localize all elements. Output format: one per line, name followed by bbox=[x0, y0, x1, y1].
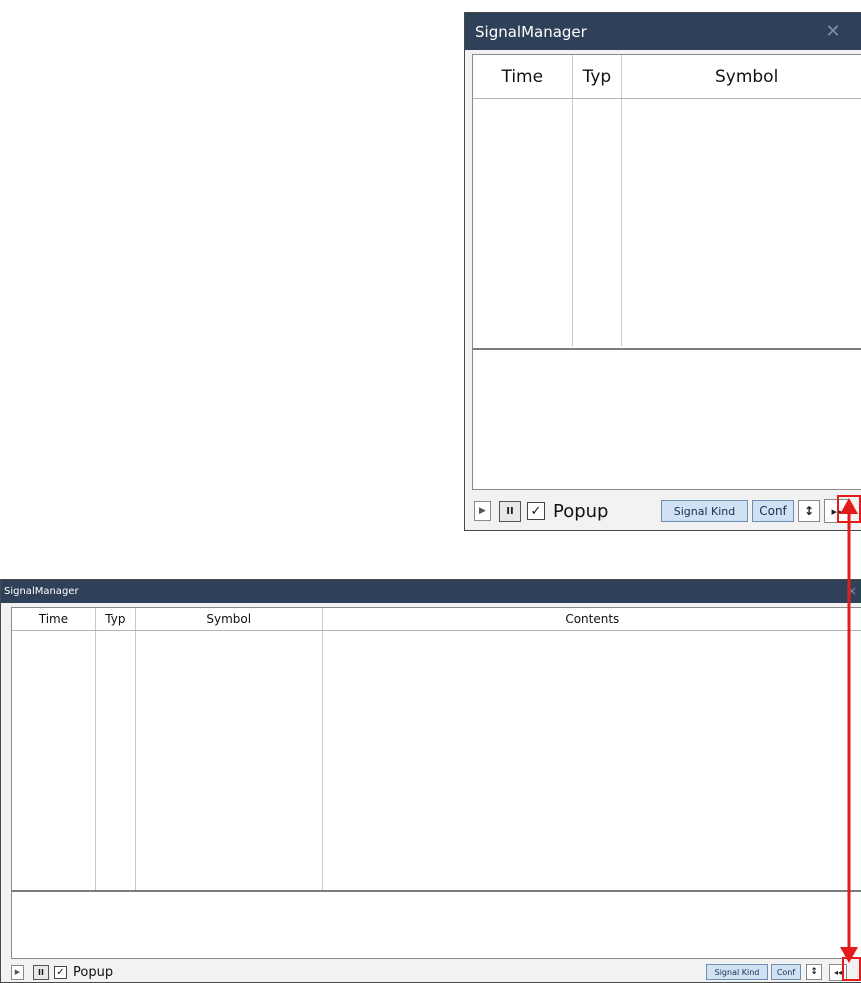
time-column bbox=[473, 99, 573, 346]
conf-button[interactable]: Conf bbox=[771, 964, 801, 980]
title-bar[interactable]: SignalManager ✕ bbox=[1, 580, 861, 603]
table-body[interactable] bbox=[473, 99, 861, 346]
symbol-column bbox=[136, 631, 323, 894]
popup-label: Popup bbox=[73, 964, 114, 980]
typ-column bbox=[573, 99, 623, 346]
column-header-typ[interactable]: Typ bbox=[573, 55, 623, 98]
title-bar[interactable]: SignalManager ✕ bbox=[465, 13, 861, 50]
signal-table: Time Typ Symbol Contents bbox=[11, 607, 861, 895]
signal-manager-window-large: SignalManager ✕ Time Typ Symbol Contents… bbox=[0, 579, 861, 983]
column-header-time[interactable]: Time bbox=[12, 608, 96, 630]
detail-pane[interactable] bbox=[472, 348, 861, 490]
up-down-arrows-icon[interactable]: ↕ bbox=[798, 500, 820, 522]
close-icon[interactable]: ✕ bbox=[813, 21, 853, 42]
table-header: Time Typ Symbol Contents bbox=[12, 608, 861, 631]
double-headed-arrow-icon bbox=[840, 498, 858, 963]
time-column bbox=[12, 631, 96, 894]
column-header-typ[interactable]: Typ bbox=[96, 608, 136, 630]
detail-pane[interactable] bbox=[11, 890, 861, 959]
column-header-symbol[interactable]: Symbol bbox=[622, 55, 861, 98]
signal-kind-button[interactable]: Signal Kind bbox=[706, 964, 768, 980]
signal-table: Time Typ Symbol bbox=[472, 54, 861, 361]
up-down-arrows-icon[interactable]: ↕ bbox=[806, 964, 822, 980]
contents-column bbox=[323, 631, 861, 894]
popup-label: Popup bbox=[553, 500, 609, 522]
column-header-time[interactable]: Time bbox=[473, 55, 573, 98]
symbol-column bbox=[622, 99, 861, 346]
pause-icon[interactable]: II bbox=[499, 500, 521, 522]
signal-manager-window-small: SignalManager ✕ Time Typ Symbol ▶ II ✓ P… bbox=[464, 12, 861, 531]
popup-checkbox[interactable]: ✓ bbox=[54, 965, 67, 979]
column-header-contents[interactable]: Contents bbox=[323, 608, 861, 630]
window-title: SignalManager bbox=[4, 586, 79, 597]
signal-kind-button[interactable]: Signal Kind bbox=[661, 500, 748, 522]
table-header: Time Typ Symbol bbox=[473, 55, 861, 99]
play-icon[interactable]: ▶ bbox=[11, 964, 24, 980]
status-bar: ▶ II ✓ Popup Signal Kind Conf ↕ ▸▸ bbox=[474, 497, 861, 525]
play-icon[interactable]: ▶ bbox=[474, 501, 491, 521]
popup-checkbox[interactable]: ✓ bbox=[527, 502, 545, 520]
conf-button[interactable]: Conf bbox=[752, 500, 794, 522]
pause-icon[interactable]: II bbox=[33, 964, 49, 980]
typ-column bbox=[96, 631, 136, 894]
table-body[interactable] bbox=[12, 631, 861, 894]
window-title: SignalManager bbox=[475, 22, 587, 41]
column-header-symbol[interactable]: Symbol bbox=[136, 608, 323, 630]
status-bar: ▶ II ✓ Popup Signal Kind Conf ↕ ◂◂ bbox=[11, 961, 861, 982]
